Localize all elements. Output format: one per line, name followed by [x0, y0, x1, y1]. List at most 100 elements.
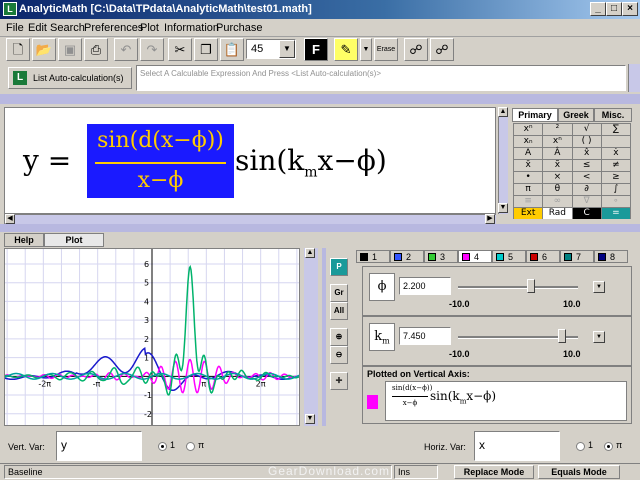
function-tab-6[interactable]: 6: [526, 250, 560, 263]
palette-symbol[interactable]: xⁿ: [514, 124, 543, 135]
highlighter-dropdown-icon[interactable]: ▼: [360, 38, 372, 61]
palette-symbol[interactable]: ≡: [514, 196, 543, 207]
palette-symbol[interactable]: π: [514, 184, 543, 195]
formula-editor[interactable]: y = sin(d(x−ϕ)) x−ϕ sin(kmx−ϕ): [4, 107, 496, 214]
param-value-phi[interactable]: 2.200: [399, 277, 451, 295]
palette-c-button[interactable]: C: [572, 208, 601, 219]
function-tab-3[interactable]: 3: [424, 250, 458, 263]
scroll-right-icon[interactable]: ▶: [485, 214, 495, 224]
palette-symbol[interactable]: A: [514, 148, 543, 159]
menu-preferences[interactable]: Preferences: [84, 22, 143, 34]
binoculars-find-next-icon[interactable]: ☍: [430, 38, 454, 61]
zoom-in-icon[interactable]: ⊕: [330, 328, 348, 346]
format-button[interactable]: F: [304, 38, 328, 61]
function-tab-8[interactable]: 8: [594, 250, 628, 263]
redo-icon[interactable]: ↷: [140, 38, 164, 61]
menu-information[interactable]: Information: [164, 22, 219, 34]
palette-rad-button[interactable]: Rad: [543, 208, 572, 219]
function-tab-4[interactable]: 4: [458, 250, 492, 263]
tab-plot[interactable]: Plot: [44, 233, 104, 247]
palette-symbol[interactable]: ∇: [572, 196, 601, 207]
palette-symbol[interactable]: x̄: [514, 160, 543, 171]
editor-hscroll[interactable]: ◀ ▶: [4, 214, 496, 224]
zoom-out-icon[interactable]: ⊖: [330, 346, 348, 364]
palette-symbol[interactable]: ×: [543, 172, 572, 183]
param-mode-button[interactable]: P: [330, 258, 348, 276]
function-tab-2[interactable]: 2: [390, 250, 424, 263]
palette-symbol[interactable]: ²: [543, 124, 572, 135]
chevron-down-icon[interactable]: ▼: [279, 40, 295, 58]
palette-ext-button[interactable]: Ext: [514, 208, 543, 219]
erase-button[interactable]: Erase: [374, 38, 398, 61]
tab-help[interactable]: Help: [4, 233, 44, 247]
close-button[interactable]: ×: [622, 2, 638, 16]
function-tab-7[interactable]: 7: [560, 250, 594, 263]
maximize-button[interactable]: □: [606, 2, 622, 16]
palette-symbol[interactable]: √: [572, 124, 601, 135]
binoculars-find-icon[interactable]: ☍: [404, 38, 428, 61]
palette-symbol[interactable]: Â: [543, 148, 572, 159]
palette-symbol[interactable]: ( ): [572, 136, 601, 147]
plot-scroll-down-icon[interactable]: ▼: [305, 414, 315, 424]
param-value-km[interactable]: 7.450: [399, 327, 451, 345]
graph-button[interactable]: Gr: [330, 284, 348, 302]
palette-tab-greek[interactable]: Greek: [558, 108, 594, 122]
horiz-var-field[interactable]: x: [474, 431, 560, 461]
highlighter-icon[interactable]: ✎: [334, 38, 358, 61]
equals-mode-button[interactable]: Equals Mode: [538, 465, 620, 479]
palette-symbol[interactable]: ẋ: [601, 148, 630, 159]
splitter-top[interactable]: [0, 94, 640, 104]
list-auto-calc-button[interactable]: L List Auto-calculation(s): [8, 67, 132, 89]
palette-symbol[interactable]: ∘: [601, 196, 630, 207]
editor-vscroll[interactable]: ▲ ▼: [498, 107, 508, 214]
menu-plot[interactable]: Plot: [140, 22, 159, 34]
replace-mode-button[interactable]: Replace Mode: [454, 465, 534, 479]
palette-symbol[interactable]: ∞: [543, 196, 572, 207]
splitter-middle[interactable]: [0, 224, 640, 232]
palette-symbol[interactable]: ≥: [601, 172, 630, 183]
open-folder-icon[interactable]: 📂: [32, 38, 56, 61]
minimize-button[interactable]: _: [590, 2, 606, 16]
param-options-icon[interactable]: ▼: [593, 331, 605, 343]
palette-symbol[interactable]: xⁿ: [543, 136, 572, 147]
plot-splitter[interactable]: [322, 248, 326, 426]
scroll-left-icon[interactable]: ◀: [5, 214, 15, 224]
print-icon[interactable]: ⎙: [84, 38, 108, 61]
menu-edit[interactable]: Edit: [28, 22, 47, 34]
slider-thumb-km[interactable]: [558, 329, 567, 343]
palette-symbol[interactable]: ≠: [601, 160, 630, 171]
palette-symbol[interactable]: ∫: [601, 184, 630, 195]
slider-thumb-phi[interactable]: [527, 279, 536, 293]
vert-radio-1[interactable]: [158, 442, 167, 451]
function-tab-1[interactable]: 1: [356, 250, 390, 263]
param-options-icon[interactable]: ▼: [593, 281, 605, 293]
all-button[interactable]: All: [330, 302, 348, 320]
palette-symbol[interactable]: θ: [543, 184, 572, 195]
palette-symbol[interactable]: •: [514, 172, 543, 183]
palette-symbol[interactable]: x̃: [543, 160, 572, 171]
vert-var-field[interactable]: y: [56, 431, 142, 461]
horiz-radio-pi[interactable]: [604, 442, 613, 451]
palette-symbol[interactable]: x̂: [572, 148, 601, 159]
palette-tab-primary[interactable]: Primary: [512, 108, 558, 122]
menu-search[interactable]: Search: [50, 22, 85, 34]
calc-scrollbar[interactable]: [628, 64, 640, 92]
palette-tab-misc[interactable]: Misc.: [594, 108, 632, 122]
param-slider-phi[interactable]: [458, 286, 578, 289]
vert-radio-pi[interactable]: [186, 442, 195, 451]
undo-icon[interactable]: ↶: [114, 38, 138, 61]
scroll-down-icon[interactable]: ▼: [498, 203, 508, 213]
plot-scroll-up-icon[interactable]: ▲: [305, 248, 315, 258]
calc-output-field[interactable]: Select A Calculable Expression And Press…: [136, 65, 626, 91]
function-tab-5[interactable]: 5: [492, 250, 526, 263]
scroll-up-icon[interactable]: ▲: [498, 107, 508, 117]
copy-icon[interactable]: ❐: [194, 38, 218, 61]
menu-file[interactable]: File: [6, 22, 24, 34]
plot-area[interactable]: -2π -π π 2π 6 5 4 3 2 1 -1 -2: [4, 248, 300, 426]
palette-symbol[interactable]: xₙ: [514, 136, 543, 147]
font-size-select[interactable]: 45 ▼: [246, 39, 296, 59]
palette-symbol[interactable]: <: [572, 172, 601, 183]
palette-symbol[interactable]: ∂: [572, 184, 601, 195]
paste-icon[interactable]: 📋: [220, 38, 244, 61]
plot-color-swatch[interactable]: [367, 395, 378, 409]
